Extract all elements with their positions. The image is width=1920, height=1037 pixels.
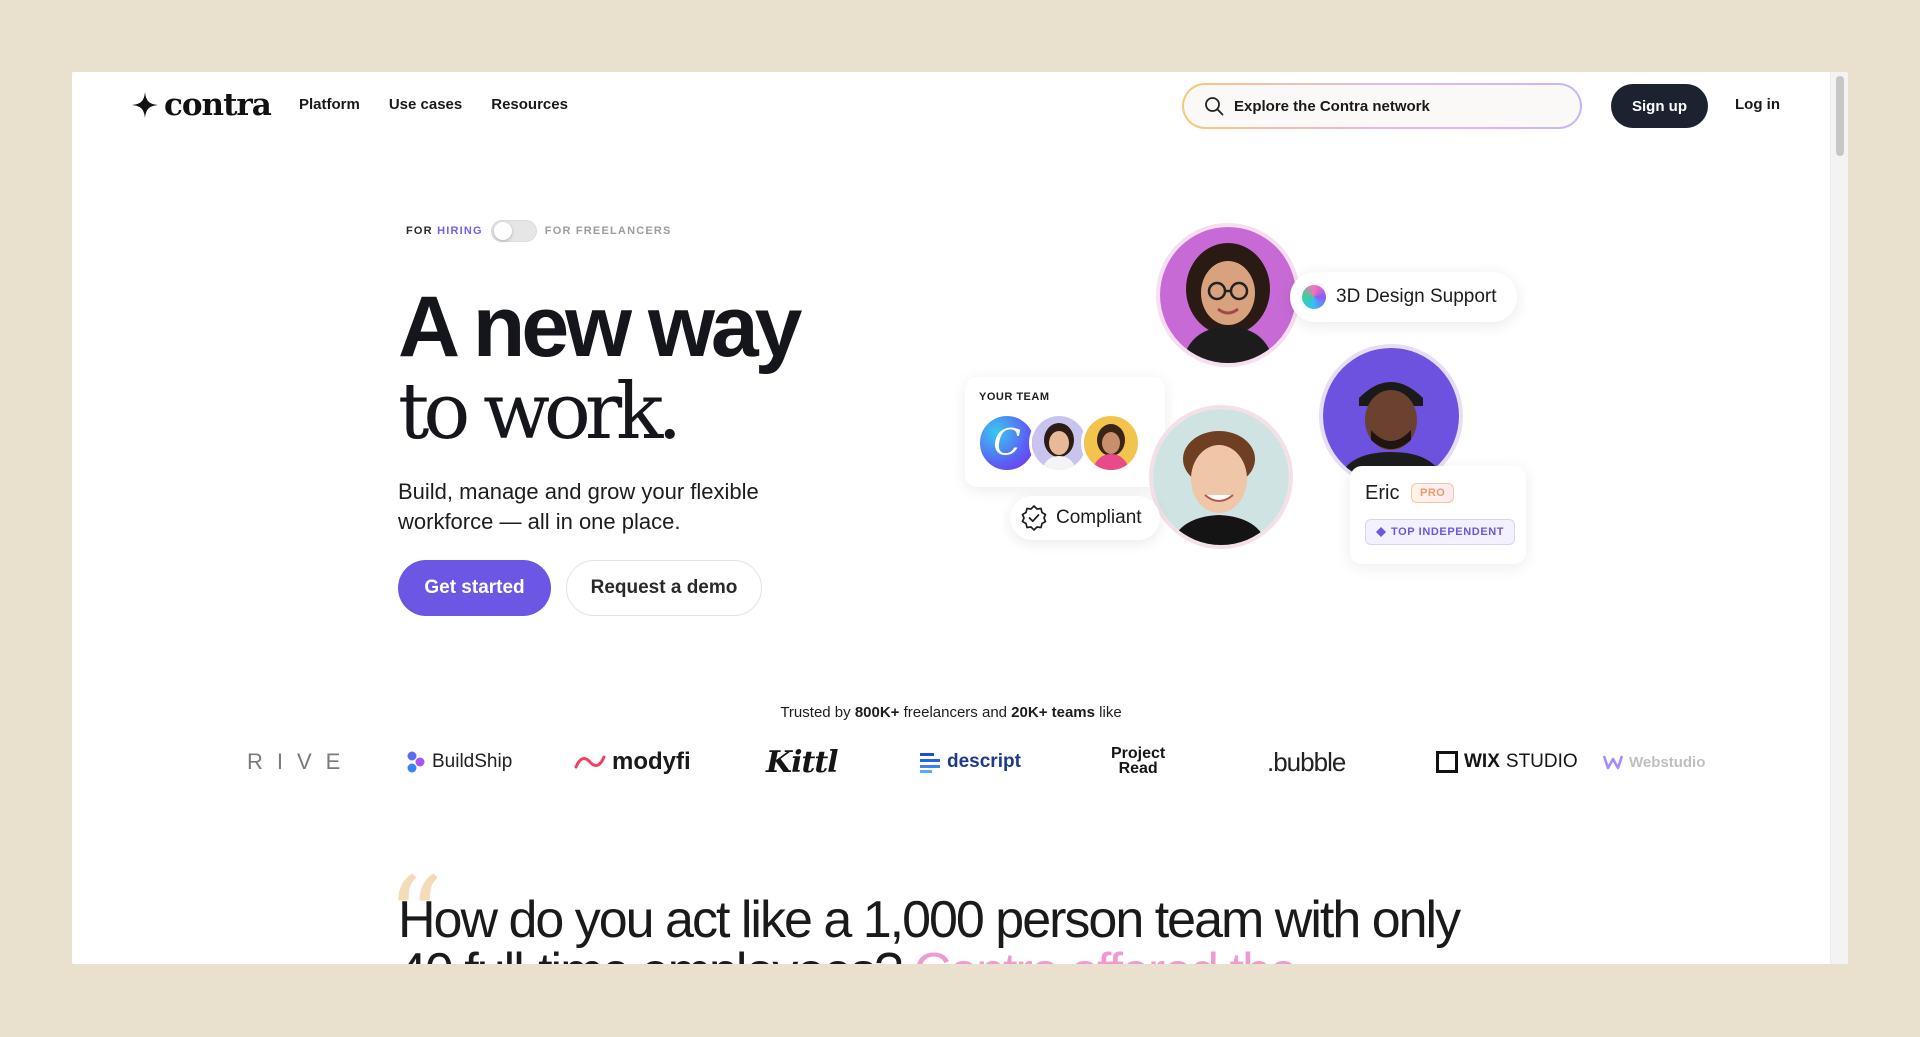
buildship-mark-icon <box>407 751 425 773</box>
toggle-label-freelancers[interactable]: FOR FREELANCERS <box>545 225 672 237</box>
webstudio-mark-icon <box>1603 755 1623 770</box>
top-independent-badge: TOP INDEPENDENT <box>1365 519 1516 545</box>
pro-badge: PRO <box>1411 483 1455 503</box>
switch-knob <box>493 222 512 240</box>
skill-pill-3d-design: 3D Design Support <box>1290 272 1517 322</box>
hero-subtitle: Build, manage and grow your flexible wor… <box>398 479 759 534</box>
request-demo-button[interactable]: Request a demo <box>566 560 762 616</box>
profile-card-eric: Eric PRO TOP INDEPENDENT <box>1350 466 1526 564</box>
compliant-label: Compliant <box>1056 507 1142 528</box>
contra-star-icon <box>132 92 158 118</box>
search-bar[interactable] <box>1182 83 1582 129</box>
team-member-avatar <box>1029 413 1089 473</box>
trusted-by-text: Trusted by 800K+ freelancers and 20K+ te… <box>780 704 1122 721</box>
rive-logo: RIVE <box>247 749 355 774</box>
project-read-logo: Project Read <box>1111 745 1166 777</box>
modyfi-logo: modyfi <box>574 742 691 782</box>
log-in-link[interactable]: Log in <box>1735 96 1780 113</box>
search-input[interactable] <box>1234 97 1554 115</box>
wix-studio-mark-icon <box>1436 751 1458 773</box>
customer-logos-row: RIVE BuildShip modyfi Kittl descript Pro… <box>247 742 1747 782</box>
browser-viewport: contra Platform Use cases Resources Sign… <box>72 72 1848 964</box>
descript-logo: descript <box>919 742 1021 782</box>
3d-orb-icon <box>1302 285 1326 309</box>
modyfi-mark-icon <box>574 755 606 769</box>
skill-pill-label: 3D Design Support <box>1336 286 1497 307</box>
testimonial-line-1: How do you act like a 1,000 person team … <box>398 891 1461 949</box>
contra-logo[interactable]: contra <box>132 87 272 123</box>
descript-mark-icon <box>920 753 940 773</box>
testimonial-line-2: 40 full-time employees? Contra offered t… <box>398 942 1298 964</box>
toggle-label-hiring[interactable]: FOR HIRING <box>406 225 483 237</box>
team-card-label: YOUR TEAM <box>979 391 1050 403</box>
webstudio-logo: Webstudio <box>1603 742 1705 782</box>
vertical-scrollbar[interactable] <box>1830 72 1848 964</box>
compliant-pill: Compliant <box>1010 496 1160 540</box>
nav-link-resources[interactable]: Resources <box>491 96 568 113</box>
canva-logo-avatar: C <box>977 413 1037 473</box>
freelancer-avatar-man <box>1149 405 1293 549</box>
your-team-card: YOUR TEAM C <box>965 377 1165 487</box>
primary-nav: Platform Use cases Resources <box>299 96 568 113</box>
freelancer-avatar-woman <box>1156 223 1300 367</box>
scrollbar-thumb[interactable] <box>1836 76 1844 156</box>
wix-studio-logo: WIX STUDIO <box>1436 742 1578 782</box>
team-member-avatar <box>1081 413 1141 473</box>
brand-name: contra <box>164 87 272 123</box>
diamond-icon <box>1376 527 1386 537</box>
sign-up-button[interactable]: Sign up <box>1611 84 1708 128</box>
bubble-logo: .bubble <box>1267 746 1346 777</box>
top-navigation: contra Platform Use cases Resources Sign… <box>72 72 1830 138</box>
nav-link-platform[interactable]: Platform <box>299 96 360 113</box>
get-started-button[interactable]: Get started <box>398 560 551 616</box>
verified-check-icon <box>1021 505 1047 531</box>
search-icon <box>1205 97 1224 116</box>
nav-link-use-cases[interactable]: Use cases <box>389 96 462 113</box>
audience-toggle: FOR HIRING FOR FREELANCERS <box>406 220 672 242</box>
buildship-logo: BuildShip <box>406 742 512 782</box>
audience-switch[interactable] <box>490 220 537 242</box>
profile-name: Eric <box>1365 482 1400 504</box>
kittl-logo: Kittl <box>766 744 839 780</box>
headline-line-1: A new way <box>398 279 803 375</box>
headline-line-2: to work. <box>398 367 682 457</box>
